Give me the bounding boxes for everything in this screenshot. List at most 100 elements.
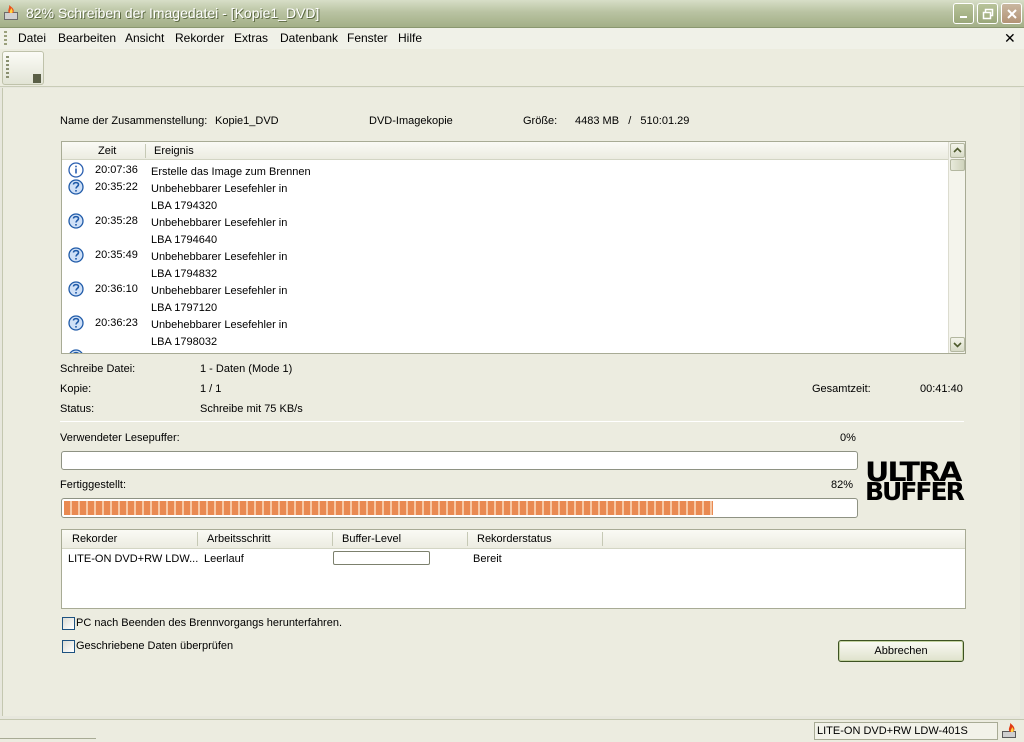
- logo-line2: BUFFER: [865, 477, 965, 506]
- title-bar[interactable]: 82% Schreiben der Imagedatei - [Kopie1_D…: [0, 0, 1024, 28]
- event-time: 20:07:36: [95, 164, 138, 176]
- menu-bearbeiten[interactable]: Bearbeiten: [58, 31, 116, 45]
- completed-percent: 82%: [831, 479, 854, 491]
- event-row[interactable]: 20:35:28 Unbehebbarer Lesefehler in LBA 1…: [62, 212, 948, 246]
- status-pane-left: [0, 738, 96, 739]
- close-icon: [1006, 8, 1017, 19]
- size-label: Größe:: [523, 115, 558, 127]
- recorder-status: Bereit: [473, 553, 502, 565]
- event-row[interactable]: [62, 348, 948, 353]
- scroll-down-button[interactable]: [950, 337, 965, 352]
- scroll-up-button[interactable]: [950, 143, 965, 158]
- event-text: Unbehebbarer Lesefehler in LBA 1798032: [151, 319, 288, 348]
- info-icon: [68, 162, 84, 178]
- status-label: Status:: [60, 403, 95, 415]
- write-file-label: Schreibe Datei:: [60, 363, 136, 375]
- completed-label: Fertiggestellt:: [60, 479, 127, 491]
- event-row[interactable]: 20:36:23 Unbehebbarer Lesefehler in LBA 1…: [62, 314, 948, 348]
- event-text: Unbehebbarer Lesefehler in LBA 1794320: [151, 183, 288, 212]
- divider: [60, 421, 964, 422]
- minimize-icon: [959, 15, 967, 18]
- column-divider[interactable]: [467, 532, 468, 546]
- total-time-label: Gesamtzeit:: [812, 383, 871, 395]
- chevron-up-icon: [953, 147, 962, 153]
- event-row[interactable]: 20:35:49 Unbehebbarer Lesefehler in LBA 1…: [62, 246, 948, 280]
- event-log-list[interactable]: Zeit Ereignis 20:07:36 Erstelle das Image…: [61, 141, 966, 354]
- warning-icon: [68, 213, 84, 229]
- menu-fenster[interactable]: Fenster: [347, 31, 388, 45]
- recorder-buffer-level-bar: [333, 551, 430, 565]
- close-document-button[interactable]: ✕: [1004, 30, 1016, 47]
- total-time-value: 00:41:40: [920, 383, 963, 395]
- menu-bar: Datei Bearbeiten Ansicht Rekorder Extras…: [0, 28, 1024, 49]
- column-header-buffer-level[interactable]: Buffer-Level: [342, 533, 401, 545]
- column-header-recorder-status[interactable]: Rekorderstatus: [477, 533, 552, 545]
- event-time: 20:36:10: [95, 283, 138, 295]
- completed-progress-fill: [64, 501, 713, 515]
- menu-datenbank[interactable]: Datenbank: [280, 31, 338, 45]
- shutdown-checkbox[interactable]: [62, 617, 75, 630]
- toolbar-handle[interactable]: [2, 51, 44, 85]
- event-text: Unbehebbarer Lesefehler in LBA 1797120: [151, 285, 288, 314]
- copy-value: 1 / 1: [200, 383, 222, 395]
- event-time: 20:35:28: [95, 215, 138, 227]
- cancel-button[interactable]: Abbrechen: [838, 640, 964, 662]
- column-divider[interactable]: [197, 532, 198, 546]
- window-title: 82% Schreiben der Imagedatei - [Kopie1_D…: [26, 5, 320, 21]
- status-bar: LITE-ON DVD+RW LDW-401S: [0, 719, 1024, 742]
- recorder-table[interactable]: Rekorder Arbeitsschritt Buffer-Level Rek…: [61, 529, 966, 609]
- verify-label[interactable]: Geschriebene Daten überprüfen: [76, 640, 233, 652]
- column-divider[interactable]: [145, 144, 146, 158]
- menu-grip[interactable]: [4, 31, 7, 46]
- chevron-down-icon: [953, 342, 962, 348]
- warning-icon: [68, 315, 84, 331]
- column-divider[interactable]: [332, 532, 333, 546]
- menu-ansicht[interactable]: Ansicht: [125, 31, 164, 45]
- read-buffer-label: Verwendeter Lesepuffer:: [60, 432, 180, 444]
- toolbar-grip[interactable]: [6, 56, 9, 78]
- scroll-thumb[interactable]: [950, 159, 965, 171]
- menu-hilfe[interactable]: Hilfe: [398, 31, 422, 45]
- toolbar: [0, 49, 1024, 87]
- column-header-step[interactable]: Arbeitsschritt: [207, 533, 271, 545]
- recorder-step: Leerlauf: [204, 553, 244, 565]
- warning-icon: [68, 179, 84, 195]
- ultrabuffer-logo: ULTRA BUFFER: [865, 457, 967, 507]
- menu-rekorder[interactable]: Rekorder: [175, 31, 224, 45]
- event-log-scrollbar[interactable]: [948, 142, 965, 353]
- event-text: Unbehebbarer Lesefehler in LBA 1794640: [151, 217, 288, 246]
- event-row[interactable]: 20:35:22 Unbehebbarer Lesefehler in LBA 1…: [62, 178, 948, 212]
- copy-label: Kopie:: [60, 383, 92, 395]
- close-window-button[interactable]: [1001, 3, 1022, 24]
- column-header-recorder[interactable]: Rekorder: [72, 533, 117, 545]
- event-time: 20:35:22: [95, 181, 138, 193]
- compilation-name-label: Name der Zusammenstellung:: [60, 115, 208, 127]
- column-header-time[interactable]: Zeit: [98, 145, 116, 157]
- read-buffer-bar: [61, 451, 858, 470]
- verify-checkbox[interactable]: [62, 640, 75, 653]
- completed-progress-bar: [61, 498, 858, 518]
- recorder-name: LITE-ON DVD+RW LDW...: [68, 553, 199, 565]
- event-row[interactable]: 20:36:10 Unbehebbarer Lesefehler in LBA 1…: [62, 280, 948, 314]
- nero-flame-icon: [4, 5, 18, 20]
- toolbar-options-icon[interactable]: [33, 74, 41, 83]
- event-time: 20:36:23: [95, 317, 138, 329]
- menu-extras[interactable]: Extras: [234, 31, 268, 45]
- warning-icon: [68, 247, 84, 263]
- warning-icon: [69, 349, 83, 353]
- recorder-table-header: Rekorder Arbeitsschritt Buffer-Level Rek…: [62, 530, 965, 549]
- read-buffer-percent: 0%: [840, 432, 856, 444]
- compilation-type: DVD-Imagekopie: [369, 115, 453, 127]
- menu-datei[interactable]: Datei: [18, 31, 46, 45]
- event-time: 20:35:49: [95, 249, 138, 261]
- burn-progress-panel: Name der Zusammenstellung: Kopie1_DVD DV…: [2, 88, 1020, 716]
- write-file-value: 1 - Daten (Mode 1): [200, 363, 293, 375]
- restore-icon: [982, 8, 993, 19]
- warning-icon: [68, 281, 84, 297]
- column-divider[interactable]: [602, 532, 603, 546]
- minimize-button[interactable]: [953, 3, 974, 24]
- restore-button[interactable]: [977, 3, 998, 24]
- shutdown-label[interactable]: PC nach Beenden des Brennvorgangs herunt…: [76, 617, 342, 629]
- column-header-event[interactable]: Ereignis: [154, 145, 194, 157]
- event-log-header: Zeit Ereignis: [62, 142, 948, 160]
